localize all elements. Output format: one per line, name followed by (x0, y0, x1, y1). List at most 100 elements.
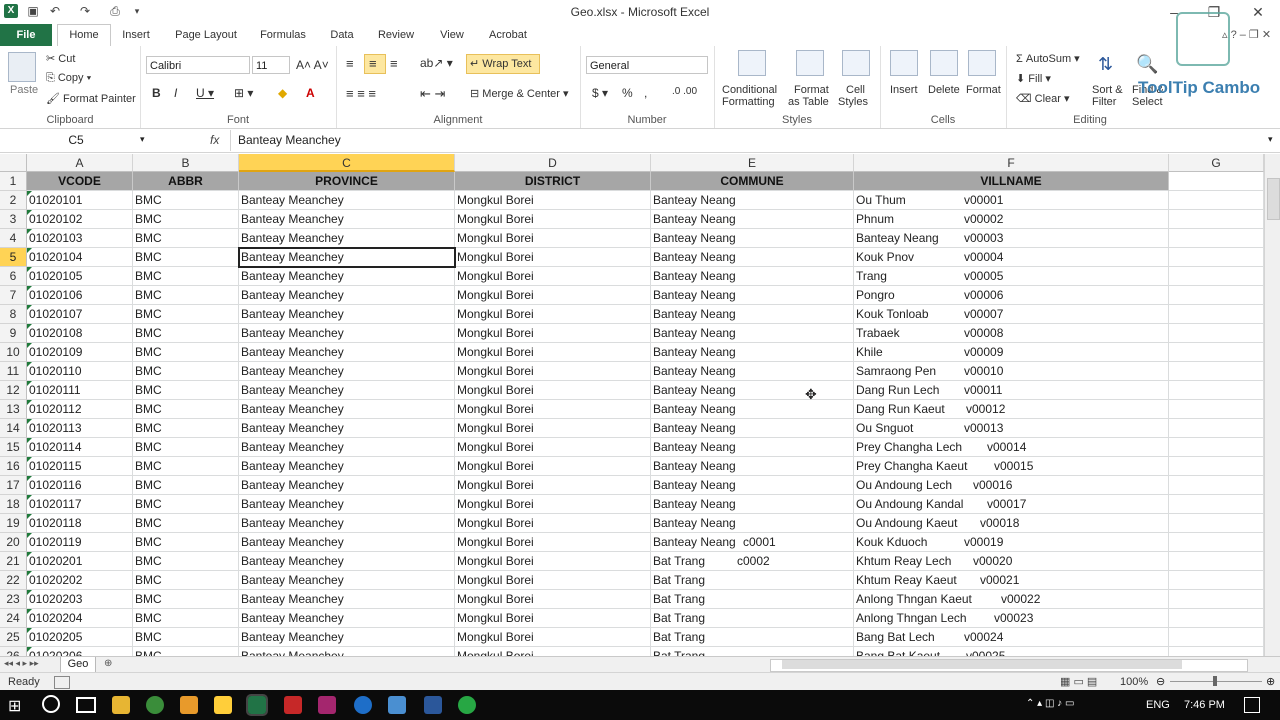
cell-b[interactable]: ABBR (133, 172, 239, 191)
sort-filter-icon[interactable]: ⇅ (1098, 54, 1113, 75)
cell-e[interactable]: Banteay Neang (651, 305, 854, 324)
cell-b[interactable]: BMC (133, 628, 239, 647)
cell-g[interactable] (1169, 476, 1264, 495)
cell-d[interactable]: Mongkul Borei (455, 590, 651, 609)
cell-f[interactable]: Banteay Neang v00003 (854, 229, 1169, 248)
cell-c[interactable]: Banteay Meanchey (239, 400, 455, 419)
zoom-in-icon[interactable]: ⊕ (1266, 675, 1275, 688)
cell-e[interactable]: Banteay Neang (651, 514, 854, 533)
cell-f[interactable]: Bang Bat Lech v00024 (854, 628, 1169, 647)
format-cells-icon[interactable] (968, 50, 996, 76)
cell-e[interactable]: Banteay Neang (651, 343, 854, 362)
cell-g[interactable] (1169, 609, 1264, 628)
windows-start-icon[interactable]: ⊞ (8, 696, 21, 716)
indent-icon[interactable]: ⇤ ⇥ (420, 86, 445, 102)
cell-g[interactable] (1169, 628, 1264, 647)
cell-d[interactable]: Mongkul Borei (455, 514, 651, 533)
cell-d[interactable]: Mongkul Borei (455, 229, 651, 248)
cell-e[interactable]: Banteay Neang (651, 229, 854, 248)
zoom-slider-thumb[interactable] (1213, 676, 1217, 686)
cell-b[interactable]: BMC (133, 324, 239, 343)
cell-b[interactable]: BMC (133, 514, 239, 533)
cell-g[interactable] (1169, 552, 1264, 571)
cell-a[interactable]: 01020106 (27, 286, 133, 305)
cell-f[interactable]: VILLNAME (854, 172, 1169, 191)
delete-cells-icon[interactable] (930, 50, 958, 76)
row-header[interactable]: 7 (0, 286, 27, 305)
tab-home[interactable]: Home (57, 24, 111, 47)
cell-d[interactable]: Mongkul Borei (455, 267, 651, 286)
row-header[interactable]: 21 (0, 552, 27, 571)
cell-g[interactable] (1169, 381, 1264, 400)
cell-c[interactable]: Banteay Meanchey (239, 438, 455, 457)
sort-filter-label2[interactable]: Filter (1092, 96, 1116, 108)
orientation-icon[interactable]: ab↗ ▾ (420, 56, 453, 70)
cell-e[interactable]: Banteay Neang (651, 286, 854, 305)
cell-g[interactable] (1169, 191, 1264, 210)
cell-g[interactable] (1169, 267, 1264, 286)
cell-a[interactable]: 01020104 (27, 248, 133, 267)
cell-c[interactable]: Banteay Meanchey (239, 229, 455, 248)
cell-e[interactable]: Banteay Neang (651, 210, 854, 229)
cell-g[interactable] (1169, 362, 1264, 381)
cell-b[interactable]: BMC (133, 533, 239, 552)
tab-view[interactable]: View (432, 26, 472, 45)
cell-b[interactable]: BMC (133, 229, 239, 248)
cell-f[interactable]: Ou Andoung Kaeut v00018 (854, 514, 1169, 533)
worksheet-grid[interactable]: ABCDEFG 1 VCODE ABBR PROVINCE DISTRICT COMMUN… (0, 154, 1264, 656)
cell-c[interactable]: Banteay Meanchey (239, 362, 455, 381)
tab-data[interactable]: Data (324, 26, 360, 45)
cell-styles-label[interactable]: Cell (846, 84, 865, 96)
cell-e[interactable]: Banteay Neang (651, 419, 854, 438)
clear-button[interactable]: ⌫ Clear ▾ (1016, 92, 1070, 105)
horizontal-scroll-thumb[interactable] (782, 660, 1182, 669)
cell-b[interactable]: BMC (133, 210, 239, 229)
select-all-button[interactable] (0, 154, 27, 172)
cell-g[interactable] (1169, 514, 1264, 533)
format-cells-label[interactable]: Format (966, 84, 1001, 96)
cell-a[interactable]: 01020103 (27, 229, 133, 248)
close-icon[interactable]: ✕ (1244, 2, 1272, 22)
cell-a[interactable]: 01020112 (27, 400, 133, 419)
expand-formula-icon[interactable]: ▾ (1268, 134, 1273, 145)
align-left-icon[interactable]: ≡ ≡ ≡ (346, 86, 376, 101)
cell-c[interactable]: Banteay Meanchey (239, 305, 455, 324)
cell-c[interactable]: Banteay Meanchey (239, 343, 455, 362)
cell-g[interactable] (1169, 457, 1264, 476)
format-as-table-label[interactable]: Format (794, 84, 829, 96)
cell-d[interactable]: Mongkul Borei (455, 476, 651, 495)
cell-d[interactable]: Mongkul Borei (455, 400, 651, 419)
green-app-icon[interactable] (458, 696, 476, 714)
cell-a[interactable]: 01020202 (27, 571, 133, 590)
cell-g[interactable] (1169, 248, 1264, 267)
cell-g[interactable] (1169, 419, 1264, 438)
find-select-icon[interactable]: 🔍 (1136, 54, 1158, 75)
cell-d[interactable]: Mongkul Borei (455, 305, 651, 324)
cell-f[interactable]: Bang Bat Kaeut v00025 (854, 647, 1169, 656)
cell-e[interactable]: Bat Trang (651, 609, 854, 628)
cell-g[interactable] (1169, 647, 1264, 656)
cell-a[interactable]: 01020117 (27, 495, 133, 514)
app-icon[interactable] (388, 696, 406, 714)
cell-e[interactable]: Bat Trang (651, 590, 854, 609)
cell-d[interactable]: Mongkul Borei (455, 324, 651, 343)
cell-a[interactable]: 01020201 (27, 552, 133, 571)
cell-f[interactable]: Pongro v00006 (854, 286, 1169, 305)
cell-a[interactable]: 01020119 (27, 533, 133, 552)
cell-g[interactable] (1169, 229, 1264, 248)
cell-c[interactable]: Banteay Meanchey (239, 590, 455, 609)
cell-d[interactable]: Mongkul Borei (455, 438, 651, 457)
tab-formulas[interactable]: Formulas (254, 26, 312, 45)
copy-button[interactable]: ⎘ Copy ▾ (46, 72, 91, 85)
media-player-icon[interactable] (180, 696, 198, 714)
comma-icon[interactable]: , (644, 86, 647, 100)
row-header[interactable]: 2 (0, 191, 27, 210)
cell-a[interactable]: 01020110 (27, 362, 133, 381)
cell-c[interactable]: Banteay Meanchey (239, 457, 455, 476)
cell-c[interactable]: Banteay Meanchey (239, 419, 455, 438)
row-header[interactable]: 12 (0, 381, 27, 400)
row-header[interactable]: 24 (0, 609, 27, 628)
underline-icon[interactable]: U ▾ (196, 86, 214, 100)
cell-a[interactable]: 01020108 (27, 324, 133, 343)
column-header-g[interactable]: G (1169, 154, 1264, 172)
